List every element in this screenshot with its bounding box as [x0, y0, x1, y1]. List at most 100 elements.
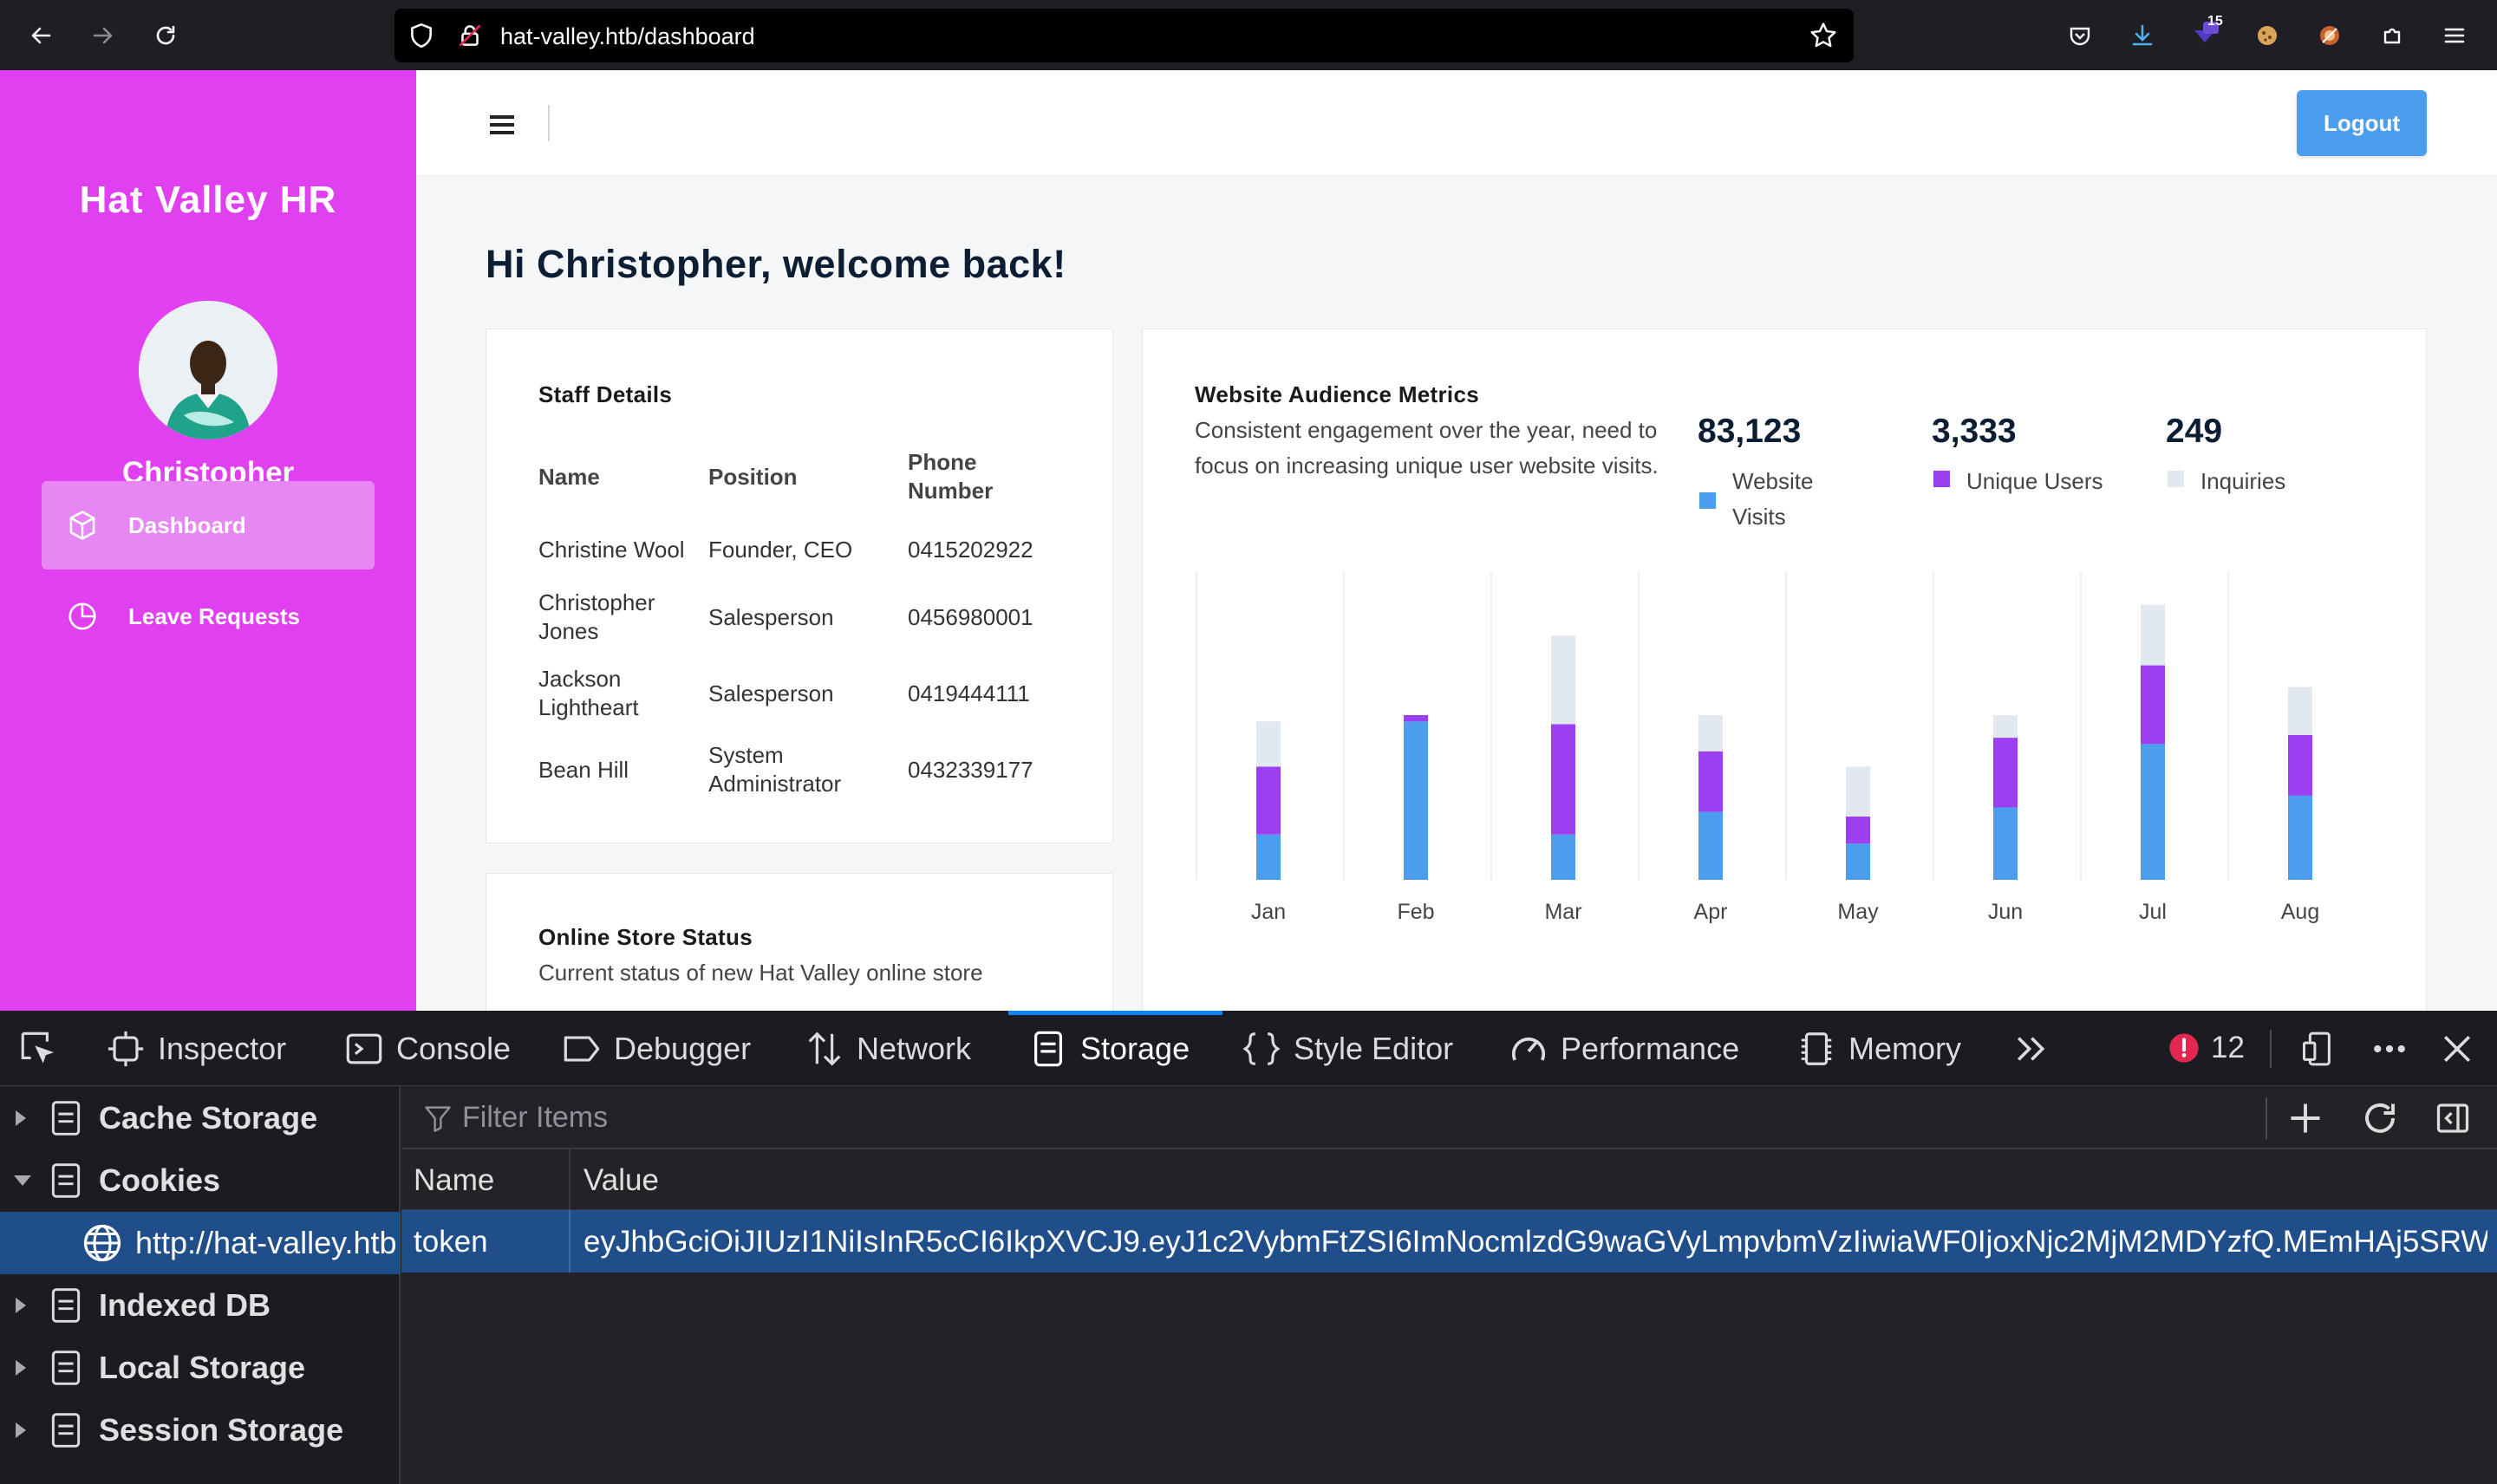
element-picker-icon[interactable] [17, 1028, 61, 1071]
shield-icon[interactable] [407, 21, 436, 50]
column-separator [569, 1210, 570, 1272]
audience-bar-chart: Jan Feb Mar Apr May Jun Jul Aug [1196, 572, 2319, 924]
star-icon[interactable] [1808, 20, 1839, 51]
bar-jun-unique-users[interactable] [1993, 738, 2018, 808]
tab-style-editor[interactable]: Style Editor [1242, 1011, 1453, 1086]
tree-item-local-storage[interactable]: Local Storage [0, 1337, 401, 1399]
stat-label: Unique Users [1966, 468, 2103, 494]
pocket-icon[interactable] [2063, 19, 2096, 52]
bar-may-inquiries[interactable] [1846, 766, 1870, 817]
bar-mar-website-visits[interactable] [1551, 834, 1575, 880]
app-menu-icon[interactable] [2438, 19, 2471, 52]
extensions-icon[interactable] [2376, 19, 2409, 52]
column-header: Position [708, 463, 798, 490]
bar-feb-website-visits[interactable] [1404, 721, 1428, 880]
filter-bar: Filter Items [401, 1087, 2497, 1149]
bar-mar-inquiries[interactable] [1551, 635, 1575, 725]
devtools-panel: Inspector Console Debugger Network Stora… [0, 1011, 2497, 1484]
logout-button[interactable]: Logout [2297, 90, 2427, 156]
tree-item-cookies[interactable]: Cookies [0, 1149, 401, 1212]
sidebar-item-leave-requests[interactable]: Leave Requests [42, 572, 375, 661]
reload-button[interactable] [147, 17, 184, 54]
storage-tree: Cache Storage Cookies http://hat-valley.… [0, 1087, 401, 1484]
tab-console[interactable]: Console [344, 1011, 511, 1086]
stat-label: Website Visits [1732, 468, 1814, 530]
column-header-name[interactable]: Name [414, 1163, 494, 1198]
tab-network[interactable]: Network [805, 1011, 971, 1086]
expand-arrow-icon[interactable] [16, 1422, 26, 1438]
bar-feb-unique-users[interactable] [1404, 714, 1428, 722]
expand-arrow-icon[interactable] [16, 1360, 26, 1376]
tab-performance[interactable]: Performance [1509, 1011, 1739, 1086]
forward-button[interactable] [85, 17, 121, 54]
bar-jan-inquiries[interactable] [1256, 721, 1281, 767]
tab-inspector[interactable]: Inspector [106, 1011, 286, 1086]
hamburger-menu-icon[interactable] [490, 115, 514, 134]
bar-may-website-visits[interactable] [1846, 843, 1870, 880]
responsive-design-icon[interactable] [2299, 1030, 2337, 1068]
bar-may-unique-users[interactable] [1846, 816, 1870, 844]
cookie-value[interactable]: eyJhbGciOiJIUzI1NiIsInR5cCI6IkpXVCJ9.eyJ… [584, 1225, 2487, 1259]
globe-icon [83, 1224, 121, 1262]
collapse-arrow-icon[interactable] [14, 1175, 31, 1186]
tab-debugger[interactable]: Debugger [562, 1011, 751, 1086]
bar-jan-unique-users[interactable] [1256, 766, 1281, 835]
page-title: Hi Christopher, welcome back! [486, 242, 1066, 286]
extension-badge-icon[interactable]: 15 [2188, 14, 2223, 52]
storage-icon [51, 1351, 81, 1385]
overflow-tabs-icon[interactable] [2011, 1030, 2050, 1068]
error-icon [2169, 1033, 2199, 1063]
close-icon[interactable] [2438, 1030, 2476, 1068]
cookie-editor-icon[interactable] [2313, 19, 2346, 52]
browser-toolbar: hat-valley.htb/dashboard 15 [0, 0, 2497, 70]
address-bar[interactable]: hat-valley.htb/dashboard [394, 9, 1854, 62]
arrow-right-icon [93, 27, 113, 44]
toggle-sidebar-icon[interactable] [2432, 1097, 2474, 1139]
avatar [139, 301, 277, 439]
url-text[interactable]: hat-valley.htb/dashboard [500, 23, 755, 50]
card-description: Consistent engagement over the year, nee… [1195, 417, 1659, 478]
bar-jul-unique-users[interactable] [2141, 665, 2165, 745]
bar-aug-unique-users[interactable] [2288, 734, 2312, 796]
bar-apr-inquiries[interactable] [1698, 714, 1723, 752]
download-icon[interactable] [2126, 19, 2159, 52]
bar-apr-unique-users[interactable] [1698, 751, 1723, 812]
expand-arrow-icon[interactable] [16, 1298, 26, 1313]
tree-item-cache-storage[interactable]: Cache Storage [0, 1087, 401, 1149]
insecure-lock-icon[interactable] [455, 21, 485, 50]
cookie-icon[interactable] [2251, 19, 2284, 52]
bar-mar-unique-users[interactable] [1551, 724, 1575, 835]
tab-storage[interactable]: Storage [1028, 1011, 1190, 1086]
bar-jun-inquiries[interactable] [1993, 714, 2018, 739]
expand-arrow-icon[interactable] [16, 1110, 26, 1126]
error-counter[interactable]: 12 [2168, 1028, 2245, 1068]
tab-label: Style Editor [1294, 1030, 1454, 1066]
bar-aug-inquiries[interactable] [2288, 687, 2312, 735]
bar-jun-website-visits[interactable] [1993, 807, 2018, 880]
x-tick-label: Jun [1988, 900, 2023, 924]
tree-item-indexed-db[interactable]: Indexed DB [0, 1274, 401, 1337]
topbar-divider [548, 105, 550, 141]
bar-apr-website-visits[interactable] [1698, 811, 1723, 880]
tab-memory[interactable]: Memory [1796, 1011, 1961, 1086]
bar-jul-inquiries[interactable] [2141, 604, 2165, 666]
bar-jul-website-visits[interactable] [2141, 744, 2165, 880]
refresh-icon[interactable] [2359, 1097, 2401, 1139]
bar-aug-website-visits[interactable] [2288, 795, 2312, 880]
cookie-name[interactable]: token [414, 1225, 488, 1259]
tree-item-label: Local Storage [99, 1350, 306, 1385]
tree-item-session-storage[interactable]: Session Storage [0, 1399, 401, 1461]
add-item-icon[interactable] [2285, 1097, 2326, 1139]
back-button[interactable] [23, 17, 59, 54]
column-header-value[interactable]: Value [584, 1163, 659, 1198]
staff-name: Christopher Jones [538, 589, 655, 644]
sidebar-item-dashboard[interactable]: Dashboard [42, 481, 375, 570]
table-row[interactable]: token eyJhbGciOiJIUzI1NiIsInR5cCI6IkpXVC… [401, 1210, 2497, 1272]
audience-metrics-card: Website Audience Metrics Consistent enga… [1142, 329, 2427, 1048]
filter-input[interactable]: Filter Items [462, 1101, 608, 1135]
pie-chart-icon [68, 602, 96, 630]
tree-item-cookie-host[interactable]: http://hat-valley.htb [0, 1212, 401, 1274]
bar-jan-website-visits[interactable] [1256, 834, 1281, 880]
staff-table: Name Position Phone Number Christine Woo… [538, 433, 1064, 808]
more-options-icon[interactable] [2370, 1030, 2409, 1068]
